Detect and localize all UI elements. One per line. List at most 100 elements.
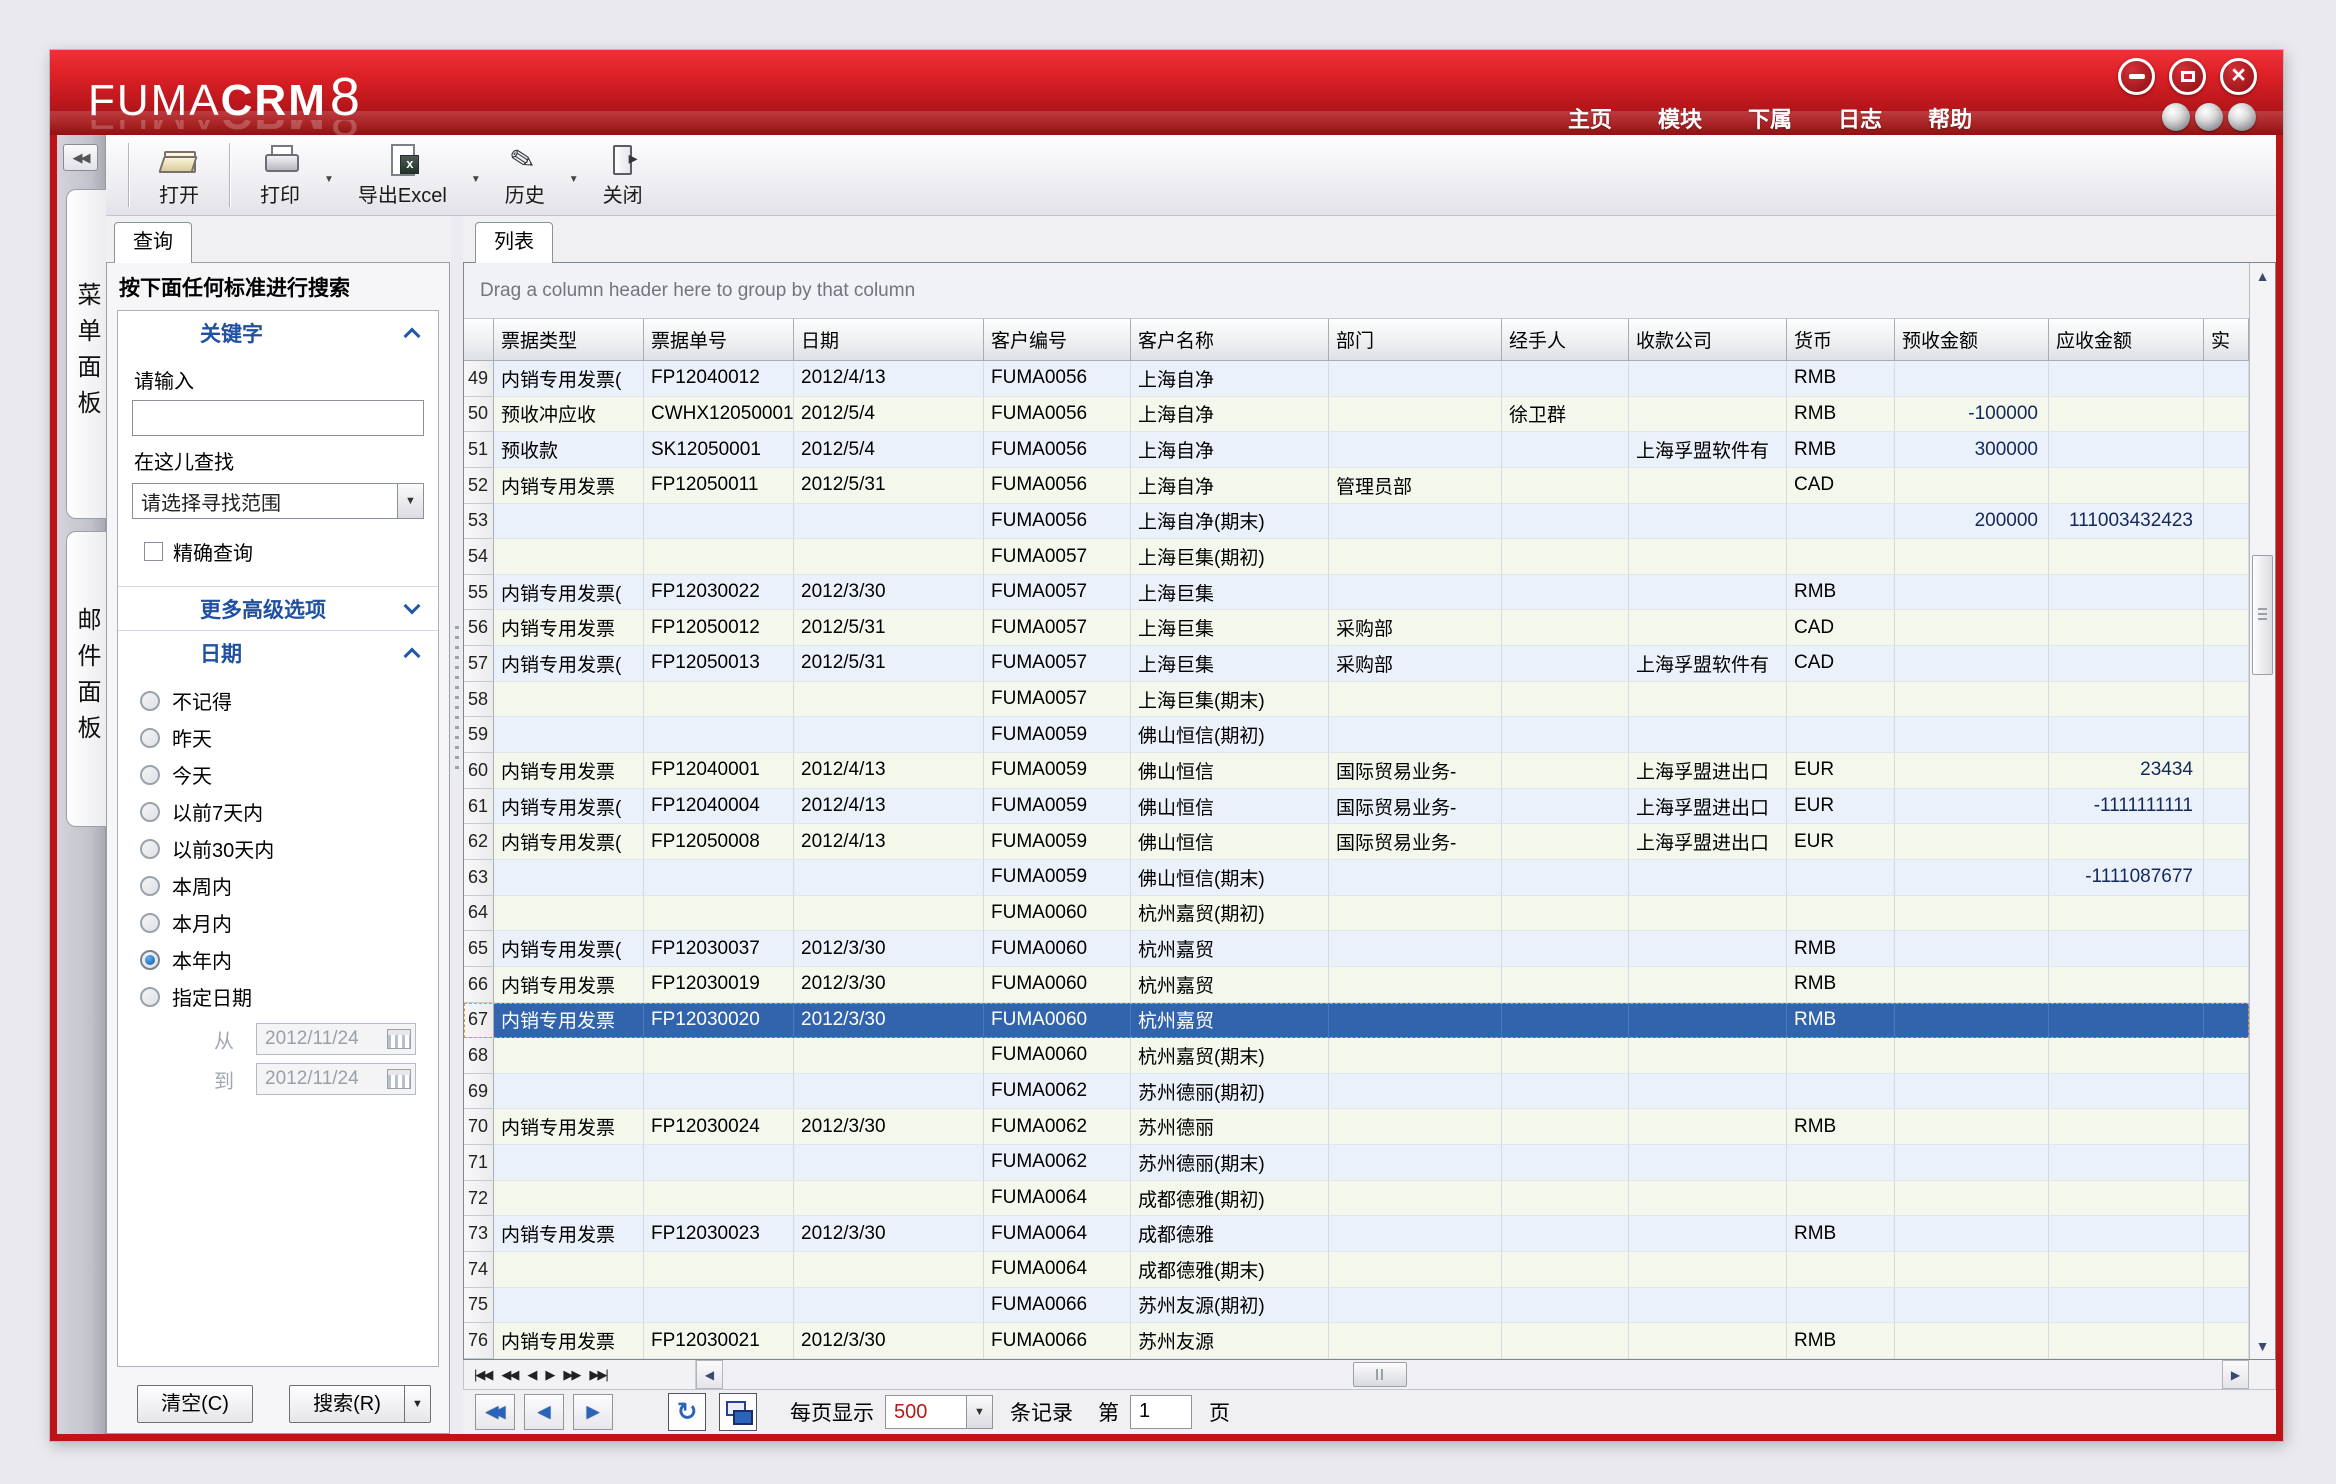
date-option-row[interactable]: 本月内 [140, 904, 438, 941]
date-option-row[interactable]: 本年内 [140, 941, 438, 978]
nav-prev-icon[interactable]: ◀ [527, 1367, 535, 1383]
scroll-left-icon[interactable]: ◀ [696, 1360, 723, 1389]
date-from-field[interactable]: 2012/11/24 [256, 1023, 416, 1055]
maximize-button[interactable] [2169, 58, 2206, 95]
table-row[interactable]: 70内销专用发票FP120300242012/3/30FUMA0062苏州德丽R… [464, 1109, 2249, 1145]
date-option-row[interactable]: 本周内 [140, 867, 438, 904]
menu-item-help[interactable]: 帮助 [1928, 102, 1972, 134]
date-to-field[interactable]: 2012/11/24 [256, 1063, 416, 1095]
column-header-6[interactable]: 部门 [1329, 319, 1502, 361]
clear-button[interactable]: 清空(C) [137, 1385, 253, 1423]
toolbar-button-close[interactable]: 关闭 [587, 135, 659, 215]
scroll-up-icon[interactable]: ▲ [2250, 263, 2275, 289]
close-button[interactable]: × [2220, 58, 2257, 95]
column-header-8[interactable]: 收款公司 [1629, 319, 1787, 361]
menu-item-modules[interactable]: 模块 [1658, 102, 1702, 134]
collapse-sidebar-button[interactable]: ◀◀ [63, 144, 98, 171]
toolbar-dropdown-icon[interactable]: ▼ [324, 166, 334, 185]
calendar-icon[interactable] [387, 1069, 411, 1089]
table-row[interactable]: 53FUMA0056上海自净(期末)200000111003432423 [464, 504, 2249, 540]
page-first-button[interactable]: ◀◀ [475, 1394, 515, 1430]
page-next-button[interactable]: ▶ [573, 1394, 613, 1430]
column-header-2[interactable]: 票据单号 [644, 319, 794, 361]
table-row[interactable]: 52内销专用发票FP120500112012/5/31FUMA0056上海自净管… [464, 468, 2249, 504]
page-prev-button[interactable]: ◀ [524, 1394, 564, 1430]
horizontal-scrollbar[interactable] [723, 1360, 2222, 1389]
radio-button[interactable] [140, 728, 160, 748]
radio-button[interactable] [140, 839, 160, 859]
table-row[interactable]: 62内销专用发票(FP120500082012/4/13FUMA0059佛山恒信… [464, 824, 2249, 860]
toolbar-button-print[interactable]: 打印 [244, 135, 316, 215]
cascade-windows-button[interactable] [719, 1393, 757, 1431]
vertical-scrollbar[interactable]: ▲ ▼ [2249, 263, 2275, 1359]
table-row[interactable]: 68FUMA0060杭州嘉贸(期末) [464, 1038, 2249, 1074]
column-header-7[interactable]: 经手人 [1502, 319, 1629, 361]
table-row[interactable]: 60内销专用发票FP120400012012/4/13FUMA0059佛山恒信国… [464, 753, 2249, 789]
table-row-selected[interactable]: 67内销专用发票FP120300202012/3/30FUMA0060杭州嘉贸R… [464, 1003, 2249, 1039]
table-row[interactable]: 71FUMA0062苏州德丽(期末) [464, 1145, 2249, 1181]
column-header-9[interactable]: 货币 [1787, 319, 1895, 361]
menu-item-home[interactable]: 主页 [1568, 102, 1612, 134]
menu-item-subordinates[interactable]: 下属 [1748, 102, 1792, 134]
date-option-row[interactable]: 以前30天内 [140, 830, 438, 867]
scroll-right-icon[interactable]: ▶ [2222, 1360, 2249, 1389]
table-row[interactable]: 55内销专用发票(FP120300222012/3/30FUMA0057上海巨集… [464, 575, 2249, 611]
section-date[interactable]: 日期 [118, 630, 438, 674]
vertical-scrollbar-thumb[interactable] [2252, 555, 2273, 675]
radio-button[interactable] [140, 913, 160, 933]
column-header-5[interactable]: 客户名称 [1131, 319, 1329, 361]
table-row[interactable]: 69FUMA0062苏州德丽(期初) [464, 1074, 2249, 1110]
table-row[interactable]: 51预收款SK120500012012/5/4FUMA0056上海自净上海孚盟软… [464, 432, 2249, 468]
search-button[interactable]: 搜索(R) [289, 1385, 405, 1423]
horizontal-scrollbar-thumb[interactable] [1353, 1362, 1407, 1387]
scroll-down-icon[interactable]: ▼ [2250, 1333, 2275, 1359]
refresh-button[interactable]: ↻ [668, 1393, 706, 1431]
toolbar-dropdown-icon[interactable]: ▼ [471, 166, 481, 185]
nav-prev-group-icon[interactable]: ◀◀ [501, 1367, 517, 1383]
page-number-input[interactable]: 1 [1130, 1395, 1192, 1429]
minimize-button[interactable] [2118, 58, 2155, 95]
radio-button[interactable] [140, 876, 160, 896]
keyword-input[interactable] [132, 400, 424, 436]
per-page-select[interactable]: 500 ▼ [885, 1395, 993, 1429]
panel-splitter[interactable] [451, 216, 463, 1434]
table-row[interactable]: 63FUMA0059佛山恒信(期末)-1111087677 [464, 860, 2249, 896]
sidebar-tab-menu-panel[interactable]: 菜单面板 [66, 189, 106, 519]
nav-next-icon[interactable]: ▶ [545, 1367, 553, 1383]
calendar-icon[interactable] [387, 1029, 411, 1049]
date-option-row[interactable]: 指定日期 [140, 978, 438, 1015]
date-option-row[interactable]: 昨天 [140, 719, 438, 756]
table-row[interactable]: 50预收冲应收CWHX120500012012/5/4FUMA0056上海自净徐… [464, 397, 2249, 433]
section-more-options[interactable]: 更多高级选项 [118, 586, 438, 630]
table-row[interactable]: 73内销专用发票FP120300232012/3/30FUMA0064成都德雅R… [464, 1216, 2249, 1252]
table-row[interactable]: 72FUMA0064成都德雅(期初) [464, 1181, 2249, 1217]
radio-button[interactable] [140, 802, 160, 822]
toolbar-dropdown-icon[interactable]: ▼ [569, 166, 579, 185]
table-row[interactable]: 56内销专用发票FP120500122012/5/31FUMA0057上海巨集采… [464, 610, 2249, 646]
table-row[interactable]: 76内销专用发票FP120300212012/3/30FUMA0066苏州友源R… [464, 1323, 2249, 1359]
group-by-bar[interactable]: Drag a column header here to group by th… [464, 263, 2249, 319]
chevron-down-icon[interactable]: ▼ [397, 484, 423, 518]
table-row[interactable]: 74FUMA0064成都德雅(期末) [464, 1252, 2249, 1288]
table-row[interactable]: 49内销专用发票(FP120400122012/4/13FUMA0056上海自净… [464, 361, 2249, 397]
column-header-indicator[interactable] [464, 319, 494, 361]
nav-last-icon[interactable]: ▶▶| [589, 1367, 606, 1383]
chevron-down-icon[interactable]: ▼ [966, 1396, 992, 1428]
tab-list[interactable]: 列表 [475, 222, 553, 263]
sidebar-tab-mail-panel[interactable]: 邮件面板 [66, 531, 106, 827]
column-header-3[interactable]: 日期 [794, 319, 984, 361]
table-row[interactable]: 64FUMA0060杭州嘉贸(期初) [464, 896, 2249, 932]
radio-button-selected[interactable] [140, 950, 160, 970]
radio-button[interactable] [140, 765, 160, 785]
table-row[interactable]: 57内销专用发票(FP120500132012/5/31FUMA0057上海巨集… [464, 646, 2249, 682]
toolbar-button-open[interactable]: 打开 [143, 135, 215, 215]
table-row[interactable]: 65内销专用发票(FP120300372012/3/30FUMA0060杭州嘉贸… [464, 931, 2249, 967]
date-option-row[interactable]: 以前7天内 [140, 793, 438, 830]
search-dropdown-button[interactable]: ▼ [405, 1385, 431, 1423]
toolbar-button-export-excel[interactable]: 导出Excel [342, 135, 463, 215]
table-row[interactable]: 66内销专用发票FP120300192012/3/30FUMA0060杭州嘉贸R… [464, 967, 2249, 1003]
nav-next-group-icon[interactable]: ▶▶ [563, 1367, 579, 1383]
search-scope-select[interactable]: 请选择寻找范围 ▼ [132, 483, 424, 519]
table-row[interactable]: 75FUMA0066苏州友源(期初) [464, 1288, 2249, 1324]
table-row[interactable]: 61内销专用发票(FP120400042012/4/13FUMA0059佛山恒信… [464, 789, 2249, 825]
